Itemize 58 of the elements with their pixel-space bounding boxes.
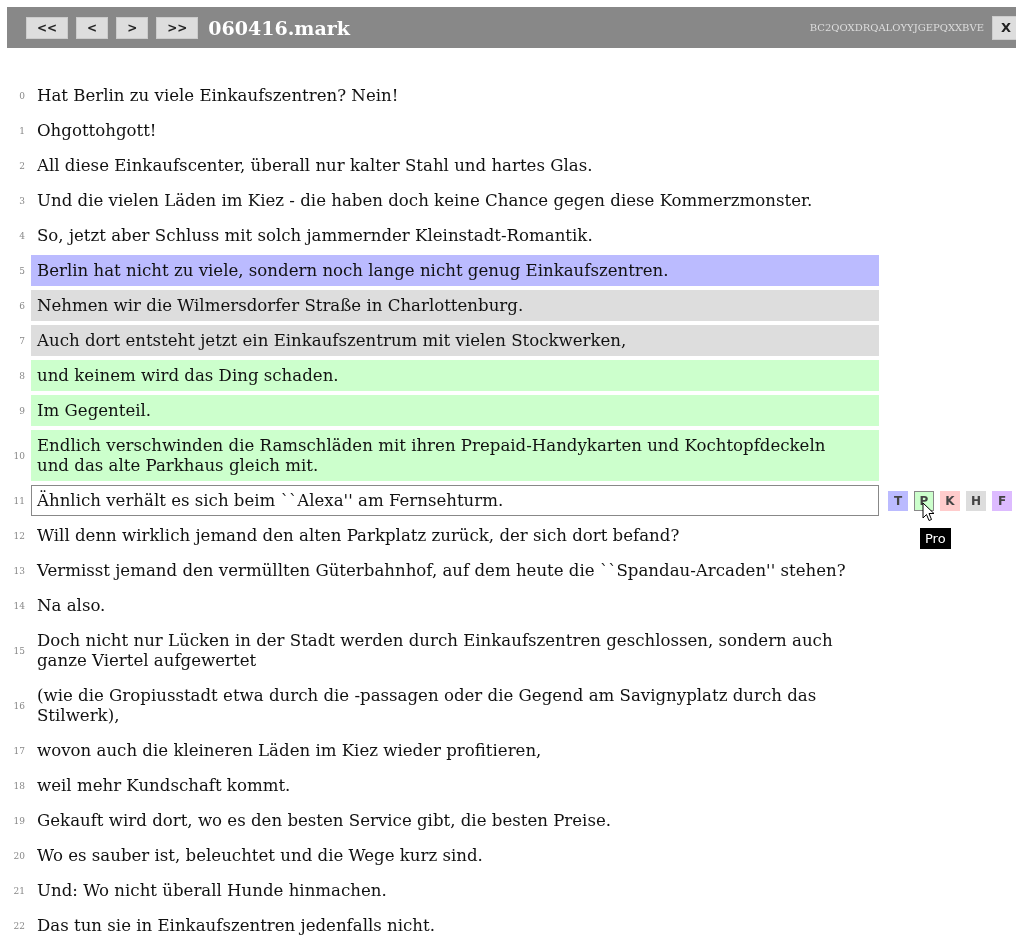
label-button[interactable]: T [888, 491, 908, 511]
sentence[interactable]: Im Gegenteil. [31, 395, 879, 426]
sentence[interactable]: Na also. [31, 590, 879, 621]
sentence[interactable]: Gekauft wird dort, wo es den besten Service gibt, die besten Preise. [31, 805, 879, 836]
line-number: 22 [12, 920, 26, 931]
nav-button[interactable]: > [116, 16, 149, 39]
nav-button[interactable]: < [76, 16, 109, 39]
sentence[interactable]: Will denn wirklich jemand den alten Parkplatz zurück, der sich dort befand? [31, 520, 879, 551]
sentence[interactable]: weil mehr Kundschaft kommt. [31, 770, 879, 801]
sentence[interactable]: Doch nicht nur Lücken in der Stadt werden durch Einkaufszentren geschlossen, sondern auch ganze Viertel aufgewertet [31, 625, 879, 676]
label-button[interactable]: F [992, 491, 1012, 511]
close-button[interactable]: X [992, 15, 1016, 40]
sentence[interactable]: Auch dort entsteht jetzt ein Einkaufszentrum mit vielen Stockwerken, [31, 325, 879, 356]
line-number: 21 [12, 885, 26, 896]
sentence[interactable]: Ähnlich verhält es sich beim ``Alexa'' am Fernsehturm. [31, 485, 879, 516]
line-number: 18 [12, 780, 26, 791]
line-number: 1 [18, 125, 26, 136]
line-number: 7 [18, 335, 26, 346]
sentence[interactable]: Hat Berlin zu viele Einkaufszentren? Nein! [31, 80, 879, 111]
file-title: 060416.mark [208, 16, 350, 39]
sentence[interactable]: All diese Einkaufscenter, überall nur kalter Stahl und hartes Glas. [31, 150, 879, 181]
sentence[interactable]: Und die vielen Läden im Kiez - die haben doch keine Chance gegen diese Kommerzmonster. [31, 185, 879, 216]
sentence[interactable]: Vermisst jemand den vermüllten Güterbahnhof, auf dem heute die ``Spandau-Arcaden'' stehen? [31, 555, 879, 586]
line-number: 20 [12, 850, 26, 861]
line-number: 10 [12, 450, 26, 461]
line-number: 5 [18, 265, 26, 276]
line-number: 4 [18, 230, 26, 241]
line-number: 15 [12, 645, 26, 656]
line-number: 13 [12, 565, 26, 576]
sentence[interactable]: So, jetzt aber Schluss mit solch jammernder Kleinstadt-Romantik. [31, 220, 879, 251]
line-number: 6 [18, 300, 26, 311]
sentence[interactable]: Ohgottohgott! [31, 115, 879, 146]
sentence[interactable]: Nehmen wir die Wilmersdorfer Straße in Charlottenburg. [31, 290, 879, 321]
line-number: 12 [12, 530, 26, 541]
line-number: 16 [12, 700, 26, 711]
line-number: 11 [12, 495, 26, 506]
document-code: BC2QOXDRQALOYYJGEPQXXBVE [809, 22, 984, 33]
sentence[interactable]: Berlin hat nicht zu viele, sondern noch lange nicht genug Einkaufszentren. [31, 255, 879, 286]
sentence[interactable]: wovon auch die kleineren Läden im Kiez wieder profitieren, [31, 735, 879, 766]
sentence[interactable]: Und: Wo nicht überall Hunde hinmachen. [31, 875, 879, 906]
sentence[interactable]: und keinem wird das Ding schaden. [31, 360, 879, 391]
tooltip: Pro [920, 528, 951, 549]
line-number: 0 [18, 90, 26, 101]
line-number: 8 [18, 370, 26, 381]
nav-button[interactable]: << [26, 16, 69, 39]
line-number: 9 [18, 405, 26, 416]
sentence[interactable]: (wie die Gropiusstadt etwa durch die -passagen oder die Gegend am Savignyplatz durch das Stilwerk), [31, 680, 879, 731]
line-number: 3 [18, 195, 26, 206]
nav-button[interactable]: >> [156, 16, 199, 39]
line-number: 17 [12, 745, 26, 756]
sentence[interactable]: Das tun sie in Einkaufszentren jedenfalls nicht. [31, 910, 879, 936]
label-button[interactable]: K [940, 491, 960, 511]
line-number: 2 [18, 160, 26, 171]
sentence[interactable]: Wo es sauber ist, beleuchtet und die Wege kurz sind. [31, 840, 879, 871]
label-button[interactable]: H [966, 491, 986, 511]
line-number: 14 [12, 600, 26, 611]
line-number: 19 [12, 815, 26, 826]
sentence[interactable]: Endlich verschwinden die Ramschläden mit ihren Prepaid-Handykarten und Kochtopfdeckeln und das alte Parkhaus gleich mit. [31, 430, 879, 481]
